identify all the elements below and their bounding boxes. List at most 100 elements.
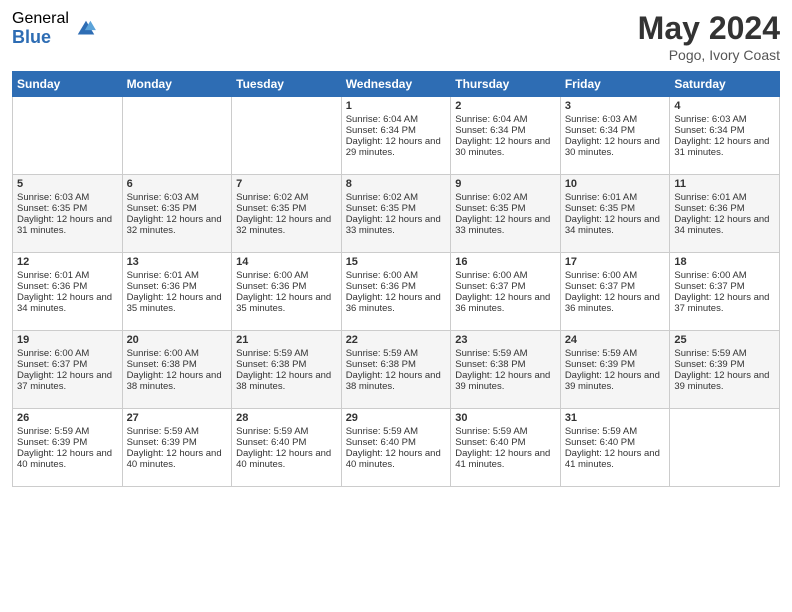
calendar-cell xyxy=(232,97,342,175)
daylight-text: Daylight: 12 hours and 39 minutes. xyxy=(565,370,666,392)
sunset-text: Sunset: 6:34 PM xyxy=(565,125,666,136)
sunrise-text: Sunrise: 6:03 AM xyxy=(17,192,118,203)
daylight-text: Daylight: 12 hours and 31 minutes. xyxy=(17,214,118,236)
daylight-text: Daylight: 12 hours and 31 minutes. xyxy=(674,136,775,158)
day-number: 18 xyxy=(674,256,775,268)
day-number: 26 xyxy=(17,412,118,424)
daylight-text: Daylight: 12 hours and 35 minutes. xyxy=(127,292,228,314)
calendar-cell: 20 Sunrise: 6:00 AMSunset: 6:38 PMDayligh… xyxy=(122,331,232,409)
sunrise-text: Sunrise: 5:59 AM xyxy=(346,426,447,437)
sunrise-text: Sunrise: 5:59 AM xyxy=(565,348,666,359)
weekday-header-row: SundayMondayTuesdayWednesdayThursdayFrid… xyxy=(13,72,780,97)
daylight-text: Daylight: 12 hours and 41 minutes. xyxy=(455,448,556,470)
day-number: 7 xyxy=(236,178,337,190)
calendar-cell: 12Sunrise: 6:01 AMSunset: 6:36 PMDayligh… xyxy=(13,253,123,331)
calendar-cell: 23Sunrise: 5:59 AMSunset: 6:38 PMDayligh… xyxy=(451,331,561,409)
daylight-text: Daylight: 12 hours and 32 minutes. xyxy=(127,214,228,236)
sunset-text: Sunset: 6:39 PM xyxy=(565,359,666,370)
calendar-cell: 10Sunrise: 6:01 AMSunset: 6:35 PMDayligh… xyxy=(560,175,670,253)
sunrise-text: Sunrise: 6:00 AM xyxy=(455,270,556,281)
daylight-text: Daylight: 12 hours and 38 minutes. xyxy=(346,370,447,392)
sunset-text: Sunset: 6:37 PM xyxy=(674,281,775,292)
daylight-text: Daylight: 12 hours and 41 minutes. xyxy=(565,448,666,470)
weekday-header-friday: Friday xyxy=(560,72,670,97)
calendar-cell: 18 Sunrise: 6:00 AMSunset: 6:37 PMDayligh… xyxy=(670,253,780,331)
day-number: 15 xyxy=(346,256,447,268)
calendar-cell xyxy=(13,97,123,175)
daylight-text: Daylight: 12 hours and 32 minutes. xyxy=(236,214,337,236)
weekday-header-sunday: Sunday xyxy=(13,72,123,97)
sunrise-text: Sunrise: 5:59 AM xyxy=(674,348,775,359)
sunrise-text: Sunrise: 5:59 AM xyxy=(127,426,228,437)
sunrise-text: Sunrise: 5:59 AM xyxy=(455,348,556,359)
sunset-text: Sunset: 6:35 PM xyxy=(236,203,337,214)
sunset-text: Sunset: 6:36 PM xyxy=(236,281,337,292)
week-row-2: 5Sunrise: 6:03 AMSunset: 6:35 PMDaylight… xyxy=(13,175,780,253)
logo-icon xyxy=(75,18,97,40)
week-row-3: 12 Sunrise: 6:01 AM Sunset: 6:36 PM Dayligh… xyxy=(13,253,780,331)
calendar-cell: 5Sunrise: 6:03 AMSunset: 6:35 PMDaylight… xyxy=(13,175,123,253)
sunset-text: Sunset: 6:40 PM xyxy=(565,437,666,448)
sunrise-text: Sunrise: 5:59 AM xyxy=(17,426,118,437)
sunrise-text: Sunrise: 5:59 AM xyxy=(236,426,337,437)
daylight-text: Daylight: 12 hours and 37 minutes. xyxy=(17,370,118,392)
daylight-text: Daylight: 12 hours and 36 minutes. xyxy=(565,292,666,314)
sunrise-text: Sunrise: 5:59 AM xyxy=(236,348,337,359)
calendar: SundayMondayTuesdayWednesdayThursdayFrid… xyxy=(12,71,780,487)
day-number: 9 xyxy=(455,178,556,190)
sunrise-text: Sunrise: 6:01 AM xyxy=(565,192,666,203)
daylight-text: Daylight: 12 hours and 38 minutes. xyxy=(127,370,228,392)
sunset-text: Sunset: 6:38 PM xyxy=(346,359,447,370)
day-number: 12 xyxy=(17,256,118,268)
sunrise-text: Sunrise: 6:02 AM xyxy=(236,192,337,203)
title-area: May 2024 Pogo, Ivory Coast xyxy=(638,10,780,63)
day-number: 24 xyxy=(565,334,666,346)
calendar-cell: 6Sunrise: 6:03 AMSunset: 6:35 PMDaylight… xyxy=(122,175,232,253)
sunset-text: Sunset: 6:36 PM xyxy=(346,281,447,292)
sunset-text: Sunset: 6:35 PM xyxy=(17,203,118,214)
daylight-text: Daylight: 12 hours and 39 minutes. xyxy=(674,370,775,392)
daylight-text: Daylight: 12 hours and 36 minutes. xyxy=(455,292,556,314)
sunset-text: Sunset: 6:34 PM xyxy=(674,125,775,136)
sunrise-text: Sunrise: 6:00 AM xyxy=(674,270,775,281)
sunset-text: Sunset: 6:38 PM xyxy=(455,359,556,370)
month-title: May 2024 xyxy=(638,10,780,47)
day-number: 3 xyxy=(565,100,666,112)
sunrise-text: Sunrise: 6:01 AM xyxy=(17,270,118,281)
sunset-text: Sunset: 6:37 PM xyxy=(565,281,666,292)
calendar-cell: 26Sunrise: 5:59 AMSunset: 6:39 PMDayligh… xyxy=(13,409,123,487)
sunrise-text: Sunrise: 6:00 AM xyxy=(127,348,228,359)
location: Pogo, Ivory Coast xyxy=(638,47,780,63)
calendar-cell: 31Sunrise: 5:59 AMSunset: 6:40 PMDayligh… xyxy=(560,409,670,487)
week-row-5: 26Sunrise: 5:59 AMSunset: 6:39 PMDayligh… xyxy=(13,409,780,487)
day-number: 29 xyxy=(346,412,447,424)
day-number: 13 xyxy=(127,256,228,268)
calendar-cell: 30Sunrise: 5:59 AMSunset: 6:40 PMDayligh… xyxy=(451,409,561,487)
logo-general: General xyxy=(12,10,69,28)
sunrise-text: Sunrise: 6:00 AM xyxy=(17,348,118,359)
day-number: 27 xyxy=(127,412,228,424)
logo-text: General Blue xyxy=(12,10,69,47)
calendar-cell: 16Sunrise: 6:00 AMSunset: 6:37 PMDayligh… xyxy=(451,253,561,331)
calendar-cell: 28Sunrise: 5:59 AMSunset: 6:40 PMDayligh… xyxy=(232,409,342,487)
calendar-cell xyxy=(670,409,780,487)
sunset-text: Sunset: 6:40 PM xyxy=(346,437,447,448)
sunset-text: Sunset: 6:35 PM xyxy=(346,203,447,214)
daylight-text: Daylight: 12 hours and 37 minutes. xyxy=(674,292,775,314)
calendar-cell: 15Sunrise: 6:00 AMSunset: 6:36 PMDayligh… xyxy=(341,253,451,331)
day-number: 30 xyxy=(455,412,556,424)
daylight-text: Daylight: 12 hours and 40 minutes. xyxy=(346,448,447,470)
calendar-cell: 24 Sunrise: 5:59 AMSunset: 6:39 PMDayligh… xyxy=(560,331,670,409)
daylight-text: Daylight: 12 hours and 38 minutes. xyxy=(236,370,337,392)
day-number: 20 xyxy=(127,334,228,346)
daylight-text: Daylight: 12 hours and 34 minutes. xyxy=(17,292,118,314)
calendar-cell: 7 Sunrise: 6:02 AMSunset: 6:35 PMDaylight… xyxy=(232,175,342,253)
day-number: 2 xyxy=(455,100,556,112)
sunset-text: Sunset: 6:38 PM xyxy=(127,359,228,370)
sunset-text: Sunset: 6:35 PM xyxy=(455,203,556,214)
calendar-cell: 27Sunrise: 5:59 AMSunset: 6:39 PMDayligh… xyxy=(122,409,232,487)
sunrise-text: Sunrise: 6:00 AM xyxy=(236,270,337,281)
sunset-text: Sunset: 6:40 PM xyxy=(236,437,337,448)
sunset-text: Sunset: 6:34 PM xyxy=(346,125,447,136)
calendar-cell: 29 Sunrise: 5:59 AMSunset: 6:40 PMDayligh… xyxy=(341,409,451,487)
